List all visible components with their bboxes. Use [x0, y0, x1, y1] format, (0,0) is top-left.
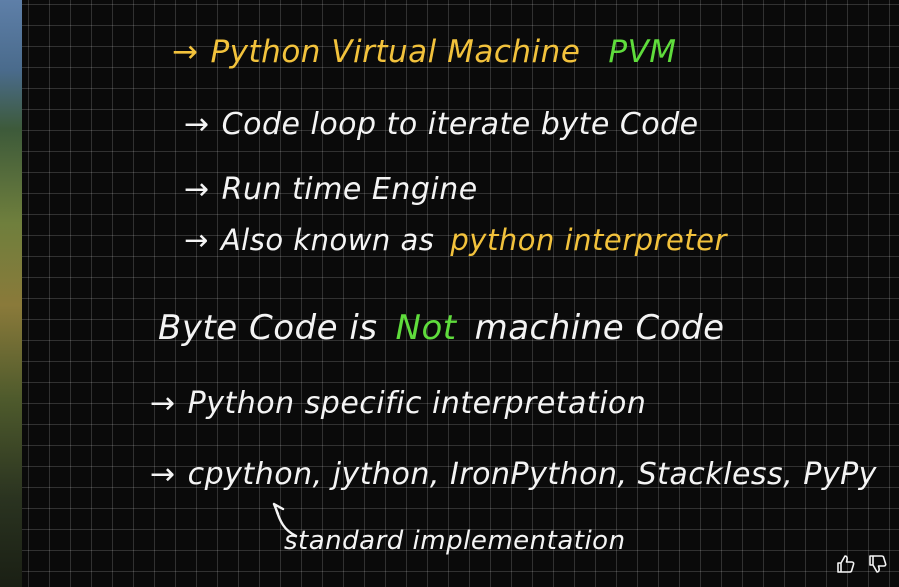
annotation-standard: standard implementation: [284, 526, 626, 556]
grid-notes-board: → Python Virtual Machine PVM → Code loop to…: [22, 0, 899, 587]
thumbs-up-icon[interactable]: [835, 553, 857, 575]
arrow-icon: →: [184, 107, 210, 142]
bullet-also-known: → Also known as python interpreter: [184, 223, 727, 257]
pvm-title: Python Virtual Machine: [210, 34, 581, 70]
pvm-heading: → Python Virtual Machine PVM: [172, 34, 677, 70]
arrow-icon: →: [184, 172, 210, 207]
arrow-icon: →: [150, 457, 176, 492]
bullet-python-specific: → Python specific interpretation: [150, 386, 646, 421]
heading-part2: machine Code: [474, 308, 725, 348]
bullet-text: Run time Engine: [221, 172, 478, 207]
arrow-icon: →: [150, 386, 176, 421]
thumbs-down-icon[interactable]: [867, 553, 889, 575]
bullet-text: Code loop to iterate byte Code: [221, 107, 699, 142]
arrow-icon: →: [172, 34, 199, 70]
bullet-runtime-engine: → Run time Engine: [184, 172, 478, 207]
bullet-text: Python specific interpretation: [187, 386, 647, 421]
bullet-text: cpython, jython, IronPython, Stackless, …: [187, 457, 877, 492]
bullet-code-loop: → Code loop to iterate byte Code: [184, 107, 699, 142]
bullet-prefix: Also known as: [220, 223, 435, 257]
background-landscape-strip: [0, 0, 22, 587]
heading-highlight: Not: [395, 308, 457, 348]
bullet-highlight: python interpreter: [450, 223, 727, 257]
arrow-icon: →: [184, 223, 209, 257]
pvm-acronym: PVM: [608, 34, 677, 70]
bullet-implementations: → cpython, jython, IronPython, Stackless,…: [150, 457, 877, 492]
heading-part1: Byte Code is: [158, 308, 378, 348]
bytecode-heading: Byte Code is Not machine Code: [158, 308, 725, 348]
